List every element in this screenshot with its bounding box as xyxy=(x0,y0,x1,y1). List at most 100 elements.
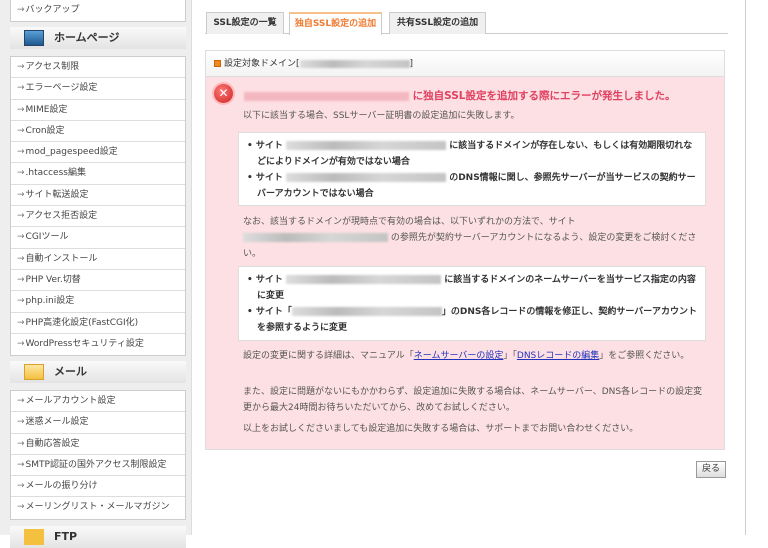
bracket: ] xyxy=(409,59,414,69)
back-button[interactable]: 戻る xyxy=(696,461,726,478)
domain-redacted xyxy=(244,91,409,101)
note-text: なお、該当するドメインが現時点で有効の場合は、以下いずれかの方法で、サイト の参… xyxy=(243,214,713,262)
cause-item: サイト のDNS情報に関し、参照先サーバーが当サービスの契約サーバーアカウントで… xyxy=(247,170,697,202)
tab-ssl-list[interactable]: SSL設定の一覧 xyxy=(206,12,284,34)
error-title: に独自SSL設定を追加する際にエラーが発生しました。 xyxy=(244,88,676,103)
manual-text: 設定の変更に関する詳細は、マニュアル「ネームサーバーの設定」「DNSレコードの編… xyxy=(243,348,708,364)
fix-item: サイト に該当するドメインのネームサーバーを当サービス指定の内容に変更 xyxy=(247,272,697,304)
sidebar-item[interactable]: →メーリングリスト・メールマガジン xyxy=(11,497,185,518)
sidebar-item[interactable]: →自動応答設定 xyxy=(11,434,185,455)
sidebar-item[interactable]: →メールアカウント設定 xyxy=(11,391,185,413)
section-homepage: ホームページ xyxy=(10,27,186,49)
arrow-icon: → xyxy=(17,232,25,243)
section-title: ホームページ xyxy=(54,31,120,44)
tab-add-custom-ssl[interactable]: 独自SSL設定の追加 xyxy=(289,12,382,35)
sidebar-item[interactable]: →アクセス制限 xyxy=(11,57,185,79)
arrow-icon: → xyxy=(17,296,25,307)
arrow-icon: → xyxy=(17,211,25,222)
item-label: アクセス拒否設定 xyxy=(25,211,98,222)
note-a: なお、該当するドメインが現時点で有効の場合は、以下いずれかの方法で、サイト xyxy=(243,217,576,227)
sidebar-item[interactable]: →WordPressセキュリティ設定 xyxy=(11,334,185,355)
tab-add-shared-ssl[interactable]: 共有SSL設定の追加 xyxy=(389,12,486,34)
sidebar-item[interactable]: →MIME設定 xyxy=(11,100,185,121)
tab-bar: SSL設定の一覧 独自SSL設定の追加 共有SSL設定の追加 xyxy=(205,12,728,35)
item-label: php.ini設定 xyxy=(25,296,75,307)
arrow-icon: → xyxy=(17,396,25,406)
support-text: 以上をお試しくださいましても設定追加に失敗する場合は、サポートまでお問い合わせく… xyxy=(243,424,639,434)
manual-a: 設定の変更に関する詳細は、マニュアル「 xyxy=(243,351,414,361)
item-label: mod_pagespeed設定 xyxy=(25,147,118,158)
arrow-icon: → xyxy=(17,274,25,285)
item-label: CGIツール xyxy=(25,232,69,243)
arrow-icon: → xyxy=(17,147,25,158)
arrow-icon: → xyxy=(17,338,25,349)
sidebar-item-backup[interactable]: →バックアップ xyxy=(11,0,185,21)
panel-header: 設定対象ドメイン[] xyxy=(206,51,724,77)
item-label: メーリングリスト・メールマガジン xyxy=(25,502,170,513)
sidebar-item[interactable]: →PHP Ver.切替 xyxy=(11,270,185,292)
section-title: FTP xyxy=(54,530,78,543)
arrow-icon: → xyxy=(17,168,25,179)
site-redacted xyxy=(286,275,442,284)
sidebar-item[interactable]: →メールの振り分け xyxy=(11,476,185,498)
item-label: PHP高速化設定(FastCGI化) xyxy=(25,317,139,328)
homepage-menu: →アクセス制限 →エラーページ設定 →MIME設定 →Cron設定 →mod_pages… xyxy=(10,56,186,357)
site-redacted xyxy=(286,173,447,182)
error-panel: 設定対象ドメイン[] ✕ に独自SSL設定を追加する際にエラーが発生しました。 … xyxy=(205,50,725,450)
homepage-icon xyxy=(24,30,44,46)
sidebar-item[interactable]: →.htaccess編集 xyxy=(11,163,185,185)
sidebar-item[interactable]: →SMTP認証の国外アクセス制限設定 xyxy=(11,455,185,477)
sidebar-item[interactable]: →mod_pagespeed設定 xyxy=(11,142,185,164)
sidebar-item[interactable]: →自動インストール xyxy=(11,249,185,270)
section-ftp: FTP xyxy=(10,526,186,548)
main-content: SSL設定の一覧 独自SSL設定の追加 共有SSL設定の追加 設定対象ドメイン[… xyxy=(192,0,746,535)
fixes-box: サイト に該当するドメインのネームサーバーを当サービス指定の内容に変更 サイト「… xyxy=(238,266,706,341)
mail-menu: →メールアカウント設定 →迷惑メール設定 →自動応答設定 →SMTP認証の国外アクセス… xyxy=(10,390,186,520)
target-domain-label: 設定対象ドメイン[ xyxy=(224,59,300,69)
item-label: 自動応答設定 xyxy=(25,438,80,449)
bullet-icon xyxy=(214,60,221,67)
sidebar-item[interactable]: →サイト転送設定 xyxy=(11,185,185,207)
arrow-icon: → xyxy=(17,459,25,470)
intro-text: 以下に該当する場合、SSLサーバー証明書の設定追加に失敗します。 xyxy=(243,111,520,121)
li-prefix: サイト「 xyxy=(255,307,292,317)
arrow-icon: → xyxy=(17,481,25,492)
dns-record-manual-link[interactable]: DNSレコードの編集 xyxy=(517,351,599,361)
arrow-icon: → xyxy=(17,62,25,72)
sidebar-item[interactable]: →PHP高速化設定(FastCGI化) xyxy=(11,313,185,334)
arrow-icon: → xyxy=(17,83,25,94)
item-label: 自動インストール xyxy=(25,253,98,264)
nameserver-manual-link[interactable]: ネームサーバーの設定 xyxy=(414,351,504,361)
sidebar-item[interactable]: →Cron設定 xyxy=(11,121,185,143)
arrow-icon: → xyxy=(17,189,25,200)
section-title: メール xyxy=(54,365,87,378)
item-label: アクセス制限 xyxy=(25,62,80,72)
item-label: 迷惑メール設定 xyxy=(25,417,89,428)
arrow-icon: → xyxy=(17,125,25,136)
item-label: メールの振り分け xyxy=(25,481,98,492)
fix-item: サイト「」のDNS各レコードの情報を修正し、契約サーバーアカウントを参照するよう… xyxy=(247,304,697,336)
li-prefix: サイト xyxy=(255,173,283,183)
sidebar-item[interactable]: →php.ini設定 xyxy=(11,291,185,313)
causes-box: サイト に該当するドメインが存在しない、もしくは有効期限切れなどによりドメインが… xyxy=(238,132,706,206)
section-mail: メール xyxy=(10,361,186,383)
manual-mid: 」「 xyxy=(503,351,517,361)
sidebar-item[interactable]: →迷惑メール設定 xyxy=(11,412,185,434)
item-label: バックアップ xyxy=(25,5,80,15)
item-label: メールアカウント設定 xyxy=(25,396,116,406)
error-message: に独自SSL設定を追加する際にエラーが発生しました。 xyxy=(412,90,676,102)
site-redacted xyxy=(286,141,447,150)
sidebar-item[interactable]: →アクセス拒否設定 xyxy=(11,206,185,228)
arrow-icon: → xyxy=(17,104,25,115)
li-prefix: サイト xyxy=(255,141,283,151)
sidebar-item[interactable]: →CGIツール xyxy=(11,227,185,249)
sidebar-item[interactable]: →エラーページ設定 xyxy=(11,78,185,100)
item-label: PHP Ver.切替 xyxy=(25,274,81,285)
item-label: サイト転送設定 xyxy=(25,189,89,200)
item-label: WordPressセキュリティ設定 xyxy=(25,338,144,349)
item-label: SMTP認証の国外アクセス制限設定 xyxy=(25,459,167,470)
arrow-icon: → xyxy=(17,417,25,428)
wait-text: また、設定に問題がないにもかかわらず、設定追加に失敗する場合は、ネームサーバー、… xyxy=(243,387,703,413)
site-redacted xyxy=(291,307,442,316)
folder-icon xyxy=(24,529,44,545)
